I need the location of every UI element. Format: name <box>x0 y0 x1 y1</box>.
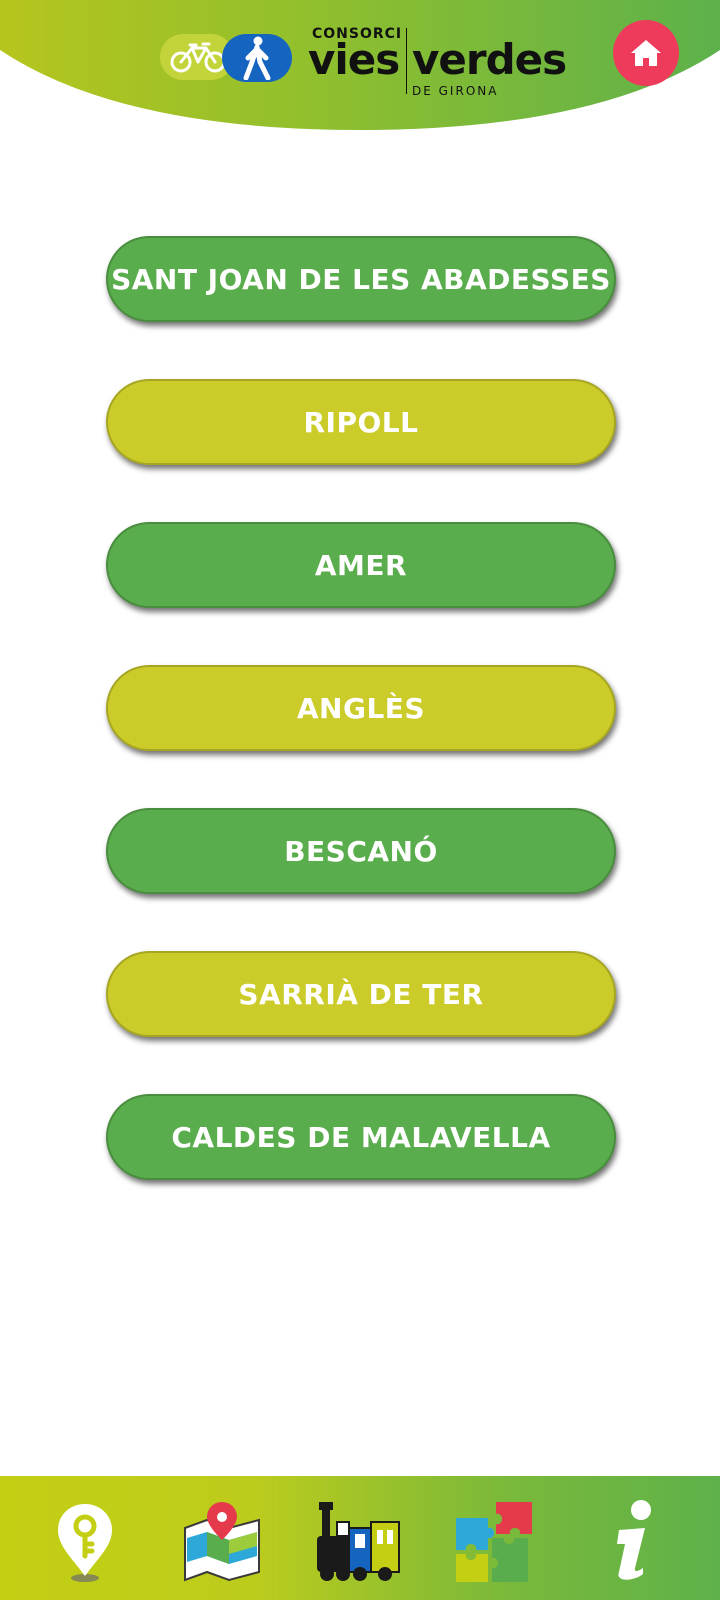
nav-map[interactable] <box>177 1496 267 1586</box>
location-key-icon <box>58 1504 112 1582</box>
train-icon <box>317 1502 400 1581</box>
map-icon <box>184 1502 260 1582</box>
logo-divider <box>406 28 407 94</box>
info-icon <box>617 1500 651 1580</box>
town-button-sarria-de-ter[interactable]: SARRIÀ DE TER <box>106 951 616 1037</box>
vies-verdes-logo: CONSORCI vies verdes DE GIRONA <box>160 22 570 102</box>
logo-de-girona-text: DE GIRONA <box>412 84 499 98</box>
app-header: CONSORCI vies verdes DE GIRONA <box>0 0 720 140</box>
bottom-navigation-bar <box>0 1476 720 1600</box>
nav-puzzle[interactable] <box>450 1496 540 1586</box>
pedestrian-icon <box>243 36 271 80</box>
town-button-amer[interactable]: AMER <box>106 522 616 608</box>
bicycle-icon <box>170 42 226 73</box>
town-button-angles[interactable]: ANGLÈS <box>106 665 616 751</box>
home-icon <box>631 40 661 66</box>
puzzle-icon <box>456 1502 532 1582</box>
town-button-ripoll[interactable]: RIPOLL <box>106 379 616 465</box>
home-button[interactable] <box>613 20 679 86</box>
town-button-caldes-de-malavella[interactable]: CALDES DE MALAVELLA <box>106 1094 616 1180</box>
nav-location-key[interactable] <box>40 1496 130 1586</box>
town-button-sant-joan-de-les-abadesses[interactable]: SANT JOAN DE LES ABADESSES <box>106 236 616 322</box>
town-button-bescano[interactable]: BESCANÓ <box>106 808 616 894</box>
logo-vies-text: vies <box>308 35 400 84</box>
nav-info[interactable] <box>587 1496 677 1586</box>
logo-verdes-text: verdes <box>412 35 567 84</box>
nav-train[interactable] <box>313 1496 403 1586</box>
